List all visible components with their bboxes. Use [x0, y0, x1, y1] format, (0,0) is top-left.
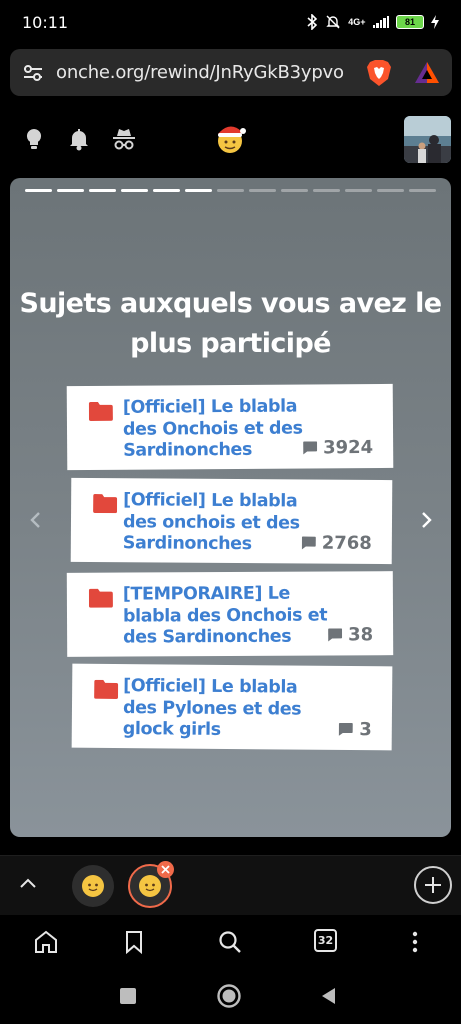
progress-segment [217, 189, 244, 192]
url-text[interactable]: onche.org/rewind/JnRyGkB3ypvo [56, 62, 358, 83]
message-count: 38 [328, 624, 373, 645]
topic-name[interactable]: [Officiel] Le blabla des onchois et des … [123, 490, 313, 556]
search-icon[interactable] [217, 929, 243, 955]
folder-icon [88, 401, 113, 421]
folder-icon [88, 588, 113, 608]
site-logo-santa-icon[interactable] [212, 120, 248, 156]
chevron-up-icon[interactable] [18, 874, 38, 894]
message-icon [301, 536, 316, 550]
progress-segment [57, 189, 84, 192]
bell-icon[interactable] [66, 126, 92, 152]
message-icon [303, 441, 318, 455]
brave-shields-icon[interactable] [366, 59, 392, 87]
topic-card[interactable]: [Officiel] Le blabla des onchois et des … [70, 477, 393, 565]
bluetooth-icon [307, 14, 318, 30]
topic-count: 3924 [322, 437, 374, 459]
progress-segment [345, 189, 372, 192]
onche-favicon-icon [82, 875, 104, 897]
progress-segment [89, 189, 116, 192]
status-bar: 10:11 4G+ 81 [0, 0, 461, 44]
progress-segment [249, 189, 276, 192]
onche-favicon-icon [139, 875, 161, 897]
topic-count: 2768 [321, 532, 372, 554]
bottom-toolbar [0, 916, 461, 968]
home-button-icon[interactable] [216, 983, 242, 1009]
topic-count: 3 [359, 719, 372, 741]
progress-segment [313, 189, 340, 192]
topic-card[interactable]: [Officiel] Le blabla des Pylones et des … [71, 663, 393, 751]
tab-strip [0, 855, 461, 915]
new-tab-button[interactable] [414, 866, 452, 904]
topic-card[interactable]: [TEMPORAIRE] Le blabla des Onchois et de… [66, 571, 394, 657]
tab-count-button[interactable]: 32 [314, 929, 337, 952]
recents-icon[interactable] [117, 985, 139, 1007]
message-count: 3 [339, 719, 372, 740]
bell-muted-icon [326, 15, 340, 29]
plus-icon [425, 877, 441, 893]
progress-segment [25, 189, 52, 192]
story-title: Sujets auxquels vous avez le plus partic… [19, 288, 443, 359]
progress-segment [185, 189, 212, 192]
progress-segment [281, 189, 308, 192]
progress-segment [153, 189, 180, 192]
bookmark-icon[interactable] [121, 929, 147, 955]
signal-icon [372, 16, 389, 28]
progress-segment [121, 189, 148, 192]
tab-thumbnail[interactable] [72, 865, 114, 907]
bulb-icon[interactable] [21, 126, 47, 152]
topic-name[interactable]: [Officiel] Le blabla des Pylones et des … [123, 676, 334, 742]
brave-rewards-icon[interactable] [414, 60, 440, 86]
status-time: 10:11 [22, 12, 69, 32]
topic-name[interactable]: [Officiel] Le blabla des Onchois et des … [123, 396, 313, 462]
profile-avatar[interactable] [404, 116, 451, 163]
incognito-icon[interactable] [111, 126, 137, 152]
message-count: 3924 [303, 437, 373, 458]
url-bar[interactable]: onche.org/rewind/JnRyGkB3ypvo [10, 49, 452, 96]
message-count: 2768 [301, 532, 372, 554]
home-icon[interactable] [33, 929, 59, 955]
battery-icon: 81 [396, 15, 424, 29]
menu-icon[interactable] [402, 929, 428, 955]
story-progress-bar [25, 189, 436, 192]
network-type: 4G+ [348, 17, 366, 27]
topic-name[interactable]: [TEMPORAIRE] Le blabla des Onchois et de… [123, 583, 333, 649]
back-icon[interactable] [318, 985, 340, 1007]
message-icon [328, 628, 343, 642]
folder-icon [93, 494, 118, 514]
progress-segment [377, 189, 404, 192]
charging-icon [431, 15, 439, 29]
close-tab-icon[interactable] [157, 861, 174, 878]
topic-card[interactable]: [Officiel] Le blabla des Onchois et des … [66, 383, 394, 471]
next-arrow-icon[interactable] [416, 510, 436, 530]
system-navigation-bar [0, 968, 461, 1024]
progress-segment [409, 189, 436, 192]
previous-arrow-icon[interactable] [26, 510, 46, 530]
topic-count: 38 [347, 624, 374, 646]
message-icon [339, 722, 354, 736]
folder-icon [94, 679, 119, 699]
site-settings-icon[interactable] [22, 62, 44, 84]
rewind-story-panel[interactable]: Sujets auxquels vous avez le plus partic… [10, 178, 451, 837]
status-icons: 4G+ 81 [306, 14, 439, 30]
